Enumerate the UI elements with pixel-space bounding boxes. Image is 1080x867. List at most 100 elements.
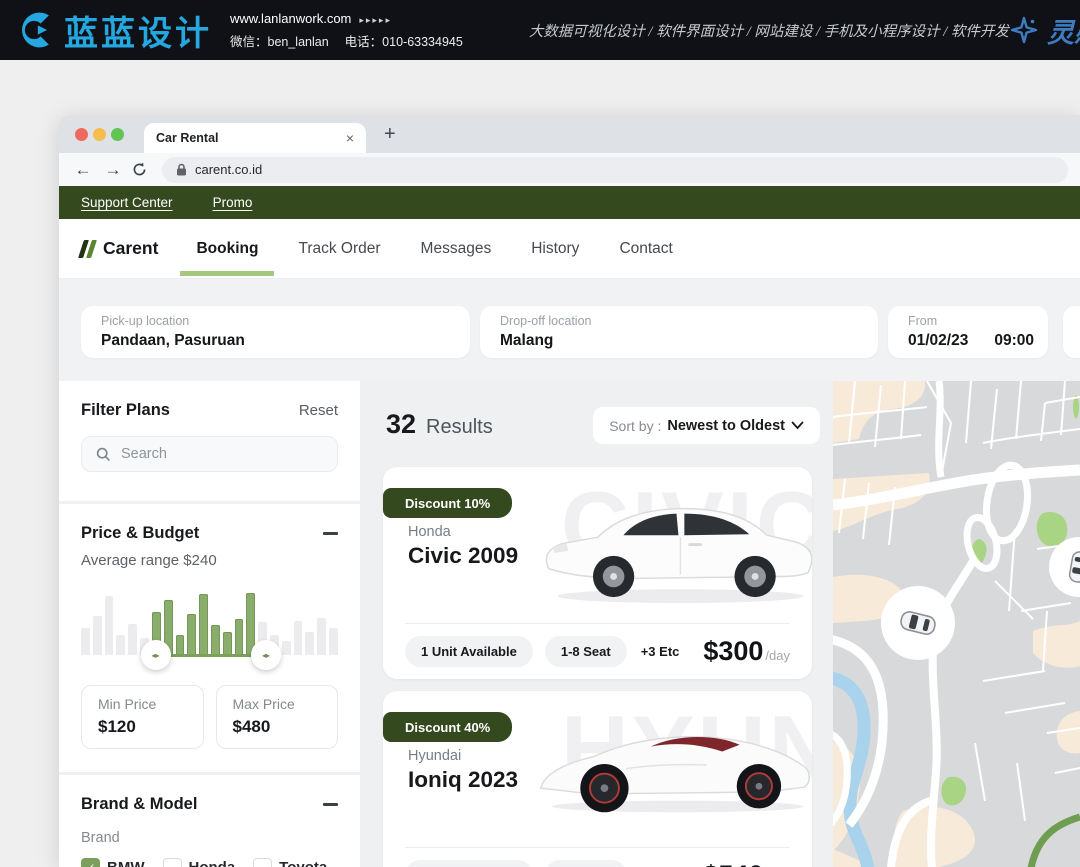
dropoff-location-field[interactable]: Drop-off location Malang <box>480 306 878 358</box>
sort-dropdown[interactable]: Sort by : Newest to Oldest <box>593 407 820 444</box>
tab-title: Car Rental <box>156 131 346 145</box>
price-budget-title: Price & Budget <box>81 524 199 543</box>
filter-panel-header: Filter Plans Reset Search <box>59 381 360 501</box>
carent-logo-icon <box>81 240 94 258</box>
nav-item-messages[interactable]: Messages <box>419 240 494 258</box>
banner-logo-text: 蓝蓝设计 <box>64 6 212 55</box>
nav-item-track-order[interactable]: Track Order <box>296 240 382 258</box>
discount-badge: Discount 10% <box>383 488 512 518</box>
minimize-window-button[interactable] <box>93 128 106 141</box>
min-price-label: Min Price <box>98 696 187 712</box>
promo-banner: 蓝蓝设计 www.lanlanwork.com▸▸▸▸▸ 微信：ben_lanl… <box>0 0 1080 60</box>
pickup-location-field[interactable]: Pick-up location Pandaan, Pasuruan <box>81 306 470 358</box>
sparkle-icon <box>1009 15 1039 45</box>
collapse-icon[interactable] <box>323 803 338 806</box>
to-datetime-field[interactable]: T 0 <box>1063 306 1080 358</box>
trip-search-bar: Pick-up location Pandaan, Pasuruan Drop-… <box>59 279 1080 381</box>
checkbox-icon <box>163 858 182 867</box>
brand-checkbox-toyota[interactable]: Toyota <box>253 858 327 867</box>
from-datetime-field[interactable]: From 01/02/23 09:00 <box>888 306 1048 358</box>
histogram-bar <box>116 635 125 655</box>
car-image-hatchback <box>533 485 812 610</box>
forward-icon[interactable]: → <box>101 160 125 180</box>
brand-checkbox-bmw[interactable]: ✓ BMW <box>81 858 145 867</box>
banner-contact: www.lanlanwork.com▸▸▸▸▸ 微信：ben_lanlan电话：… <box>230 11 463 50</box>
seats-chip: 1-8 Seat <box>545 636 627 667</box>
discount-badge: Discount 40% <box>383 712 512 742</box>
lanlan-logo-icon <box>14 8 58 52</box>
units-chip: 1 Unit Available <box>405 860 533 867</box>
max-price-label: Max Price <box>233 696 322 712</box>
close-window-button[interactable] <box>75 128 88 141</box>
histogram-bar <box>294 621 303 655</box>
histogram-bar <box>305 632 314 655</box>
car-card-civic[interactable]: CIVIC Discount 10% Honda Civic 2009 <box>383 467 812 679</box>
nav-item-contact[interactable]: Contact <box>617 240 674 258</box>
histogram-bar <box>329 628 338 655</box>
window-controls[interactable] <box>59 128 124 141</box>
search-icon <box>96 447 111 462</box>
sort-prefix: Sort by : <box>609 418 661 434</box>
price-histogram: ◂▸ ◂▸ <box>81 585 338 669</box>
price-per: /day <box>765 648 790 663</box>
card-footer: 1 Unit Available 1-4 Seat +3 Etc $540 /d… <box>405 857 790 867</box>
histogram-bar <box>187 614 196 655</box>
sort-value: Newest to Oldest <box>667 418 785 434</box>
browser-window: Car Rental × + ← → carent.co.id Support … <box>59 115 1080 867</box>
back-icon[interactable]: ← <box>71 160 95 180</box>
nav-item-history[interactable]: History <box>529 240 581 258</box>
nav-item-booking[interactable]: Booking <box>194 240 260 258</box>
histogram-bars <box>81 591 338 655</box>
collect-label: 灵感收集 <box>1047 11 1080 50</box>
max-price-field[interactable]: Max Price $480 <box>216 685 339 749</box>
chevron-down-icon <box>791 421 804 430</box>
brand-model-title: Brand & Model <box>81 795 197 814</box>
filter-search-input[interactable]: Search <box>81 436 338 472</box>
carent-logo[interactable]: Carent <box>81 238 158 259</box>
from-label: From <box>908 314 1028 328</box>
map-car-marker[interactable] <box>881 586 955 660</box>
browser-tab[interactable]: Car Rental × <box>144 123 366 153</box>
car-brand: Honda <box>408 524 451 540</box>
brand-checkbox-honda[interactable]: Honda <box>163 858 236 867</box>
histogram-bar <box>81 628 90 655</box>
car-image-sportscar <box>533 709 812 819</box>
filter-title: Filter Plans <box>81 401 170 420</box>
histogram-bar <box>199 594 208 655</box>
promo-link[interactable]: Promo <box>213 195 253 210</box>
url-bar[interactable]: carent.co.id <box>162 157 1068 183</box>
range-handle-min[interactable]: ◂▸ <box>141 640 171 670</box>
dropoff-value: Malang <box>500 332 858 350</box>
car-card-ioniq[interactable]: HYUN Discount 40% Hyundai Ioniq 2023 1 U… <box>383 691 812 867</box>
collapse-icon[interactable] <box>323 532 338 535</box>
price-budget-section: Price & Budget Average range $240 ◂▸ ◂▸ … <box>59 504 360 772</box>
map-panel[interactable] <box>833 381 1080 867</box>
seats-chip: 1-4 Seat <box>545 860 627 867</box>
site-nav: Carent Booking Track Order Messages Hist… <box>59 219 1080 279</box>
results-count: 32 <box>386 409 416 440</box>
arrows-decoration: ▸▸▸▸▸ <box>359 15 392 25</box>
browser-toolbar: ← → carent.co.id <box>59 153 1080 186</box>
checkbox-icon <box>253 858 272 867</box>
banner-collect: 灵感收集 <box>1009 11 1080 50</box>
tab-close-icon[interactable]: × <box>346 130 354 146</box>
etc-text: +3 Etc <box>641 644 680 659</box>
min-price-field[interactable]: Min Price $120 <box>81 685 204 749</box>
support-center-link[interactable]: Support Center <box>81 195 173 210</box>
from-time: 09:00 <box>994 332 1034 350</box>
histogram-bar <box>235 619 244 655</box>
banner-wechat: 微信：ben_lanlan <box>230 35 329 49</box>
new-tab-button[interactable]: + <box>384 123 396 146</box>
reload-icon[interactable] <box>131 161 148 178</box>
dropoff-label: Drop-off location <box>500 314 858 328</box>
range-handle-max[interactable]: ◂▸ <box>251 640 281 670</box>
max-price-value: $480 <box>233 717 322 737</box>
maximize-window-button[interactable] <box>111 128 124 141</box>
brand-model-section: Brand & Model Brand ✓ BMW Honda Toyota <box>59 775 360 867</box>
reset-button[interactable]: Reset <box>299 402 338 419</box>
histogram-bar <box>223 632 232 655</box>
min-price-value: $120 <box>98 717 187 737</box>
browser-tab-strip: Car Rental × + <box>59 115 1080 153</box>
histogram-bar <box>211 625 220 655</box>
histogram-bar <box>282 641 291 655</box>
